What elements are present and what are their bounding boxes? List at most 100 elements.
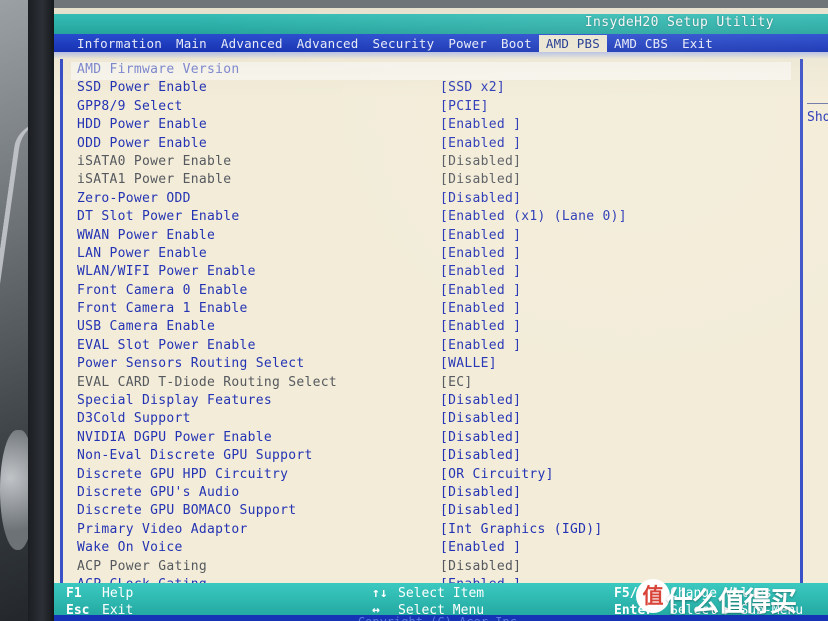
footer-key: ↑↓ — [372, 586, 388, 601]
setting-value[interactable]: [Disabled] — [440, 559, 521, 574]
setting-value[interactable]: [Disabled] — [440, 411, 521, 426]
setting-value[interactable]: [Enabled ] — [440, 338, 521, 353]
setting-label: GPP8/9 Select — [77, 98, 183, 114]
setting-row[interactable]: AMD Firmware Version — [71, 62, 791, 81]
setting-label: Front Camera 0 Enable — [77, 282, 248, 298]
setting-value[interactable]: [PCIE] — [440, 99, 489, 114]
setting-value[interactable]: [Enabled ] — [440, 264, 521, 279]
setting-row[interactable]: Zero-Power ODD [Disabled] — [71, 191, 791, 209]
setting-row[interactable]: LAN Power Enable [Enabled ] — [71, 246, 791, 264]
menu-item-advanced[interactable]: Advanced — [214, 35, 290, 52]
footer-column-2: ↑↓ Select Item ↔ Select Menu — [372, 585, 484, 619]
menu-item-amd-cbs[interactable]: AMD CBS — [607, 35, 675, 52]
setting-value[interactable]: [Enabled ] — [440, 136, 521, 151]
setting-row[interactable]: ODD Power Enable [Enabled ] — [71, 136, 791, 154]
setting-label: iSATA1 Power Enable — [77, 172, 232, 188]
setting-label: NVIDIA DGPU Power Enable — [77, 429, 273, 445]
setting-row[interactable]: DT Slot Power Enable [Enabled (x1) (Lane … — [71, 209, 791, 227]
setting-label: Wake On Voice — [77, 540, 183, 556]
bios-screen: InsydeH20 Setup Utility Information Main A… — [54, 8, 828, 621]
menu-item-security[interactable]: Security — [366, 35, 442, 52]
setting-label: Primary Video Adaptor — [77, 521, 248, 537]
menu-item-main[interactable]: Main — [169, 35, 214, 52]
setting-row[interactable]: Power Sensors Routing Select [WALLE] — [71, 356, 791, 374]
setting-value[interactable]: [Enabled ] — [440, 246, 521, 261]
setting-label: EVAL Slot Power Enable — [77, 337, 256, 353]
setting-label: Special Display Features — [77, 393, 273, 409]
setting-label: ACP Power Gating — [77, 558, 208, 574]
footer-desc: Change Values — [670, 586, 772, 601]
setting-row[interactable]: SSD Power Enable [SSD x2] — [71, 80, 791, 98]
setting-value[interactable]: [Disabled] — [440, 172, 521, 187]
menu-item-power[interactable]: Power — [441, 35, 494, 52]
setting-row[interactable]: USB Camera Enable [Enabled ] — [71, 319, 791, 337]
setting-row[interactable]: Discrete GPU's Audio [Disabled] — [71, 485, 791, 503]
setting-value[interactable]: [Disabled] — [440, 191, 521, 206]
setting-row[interactable]: Discrete GPU HPD Circuitry [OR Circuitry] — [71, 467, 791, 485]
setting-label: DT Slot Power Enable — [77, 209, 240, 225]
setting-row[interactable]: WLAN/WIFI Power Enable [Enabled ] — [71, 264, 791, 282]
setting-value[interactable]: [Disabled] — [440, 448, 521, 463]
setting-row[interactable]: Primary Video Adaptor [Int Graphics (IGD)… — [71, 522, 791, 540]
menu-item-boot[interactable]: Boot — [494, 35, 539, 52]
setting-value[interactable]: [Disabled] — [440, 154, 521, 169]
setting-label: WWAN Power Enable — [77, 227, 216, 243]
setting-value[interactable]: [Int Graphics (IGD)] — [440, 522, 603, 537]
setting-label: Discrete GPU BOMACO Support — [77, 503, 297, 519]
menu-item-information[interactable]: Information — [70, 35, 169, 52]
help-pane-inner: Show — [807, 103, 828, 125]
setting-label: EVAL CARD T-Diode Routing Select — [77, 374, 338, 390]
setting-value[interactable]: [Disabled] — [440, 503, 521, 518]
setting-row[interactable]: ACP Power Gating [Disabled] — [71, 559, 791, 577]
setting-label: AMD Firmware Version — [77, 62, 240, 77]
setting-row[interactable]: HDD Power Enable [Enabled ] — [71, 117, 791, 135]
menu-bar[interactable]: Information Main Advanced Advanced Security P… — [54, 34, 828, 52]
menu-item-exit[interactable]: Exit — [675, 35, 720, 52]
help-pane-text: Show — [807, 110, 828, 125]
setting-value[interactable]: [Enabled ] — [440, 283, 521, 298]
copyright-bar: Copyright (C) Acer Inc. — [54, 615, 828, 621]
settings-area: AMD Firmware Version SSD Power Enable [SSD… — [54, 59, 828, 621]
setting-row[interactable]: D3Cold Support [Disabled] — [71, 411, 791, 429]
menu-item-amd-pbs[interactable]: AMD PBS — [538, 34, 607, 52]
setting-value[interactable]: [Enabled (x1) (Lane 0)] — [440, 209, 627, 224]
setting-label: Non-Eval Discrete GPU Support — [77, 448, 313, 464]
setting-value[interactable]: [Enabled ] — [440, 117, 521, 132]
setting-value[interactable]: [OR Circuitry] — [440, 467, 554, 482]
setting-row[interactable]: GPP8/9 Select [PCIE] — [71, 99, 791, 117]
setting-value[interactable]: [Disabled] — [440, 393, 521, 408]
setting-row[interactable]: WWAN Power Enable [Enabled ] — [71, 228, 791, 246]
setting-value[interactable]: [Enabled ] — [440, 301, 521, 316]
footer-desc: Help — [102, 586, 134, 601]
setting-value[interactable]: [Enabled ] — [440, 319, 521, 334]
setting-row[interactable]: Non-Eval Discrete GPU Support [Disabled] — [71, 448, 791, 466]
setting-row[interactable]: Front Camera 0 Enable [Enabled ] — [71, 283, 791, 301]
setting-row[interactable]: EVAL CARD T-Diode Routing Select [EC] — [71, 375, 791, 393]
settings-list[interactable]: AMD Firmware Version SSD Power Enable [SSD… — [71, 62, 791, 621]
footer-key: F5/F6 — [614, 586, 654, 601]
setting-label: WLAN/WIFI Power Enable — [77, 264, 256, 280]
setting-row[interactable]: iSATA1 Power Enable [Disabled] — [71, 172, 791, 190]
title-bar: InsydeH20 Setup Utility — [54, 14, 828, 34]
setting-row[interactable]: EVAL Slot Power Enable [Enabled ] — [71, 338, 791, 356]
setting-value[interactable]: [SSD x2] — [440, 80, 505, 95]
setting-value[interactable]: [Disabled] — [440, 485, 521, 500]
setting-value[interactable]: [WALLE] — [440, 356, 497, 371]
setting-value[interactable]: [Enabled ] — [440, 540, 521, 555]
setting-label: USB Camera Enable — [77, 319, 216, 335]
setting-value[interactable]: [Enabled ] — [440, 228, 521, 243]
setting-value[interactable]: [Disabled] — [440, 430, 521, 445]
setting-row[interactable]: iSATA0 Power Enable [Disabled] — [71, 154, 791, 172]
menu-bar-shadow — [54, 52, 828, 59]
setting-row[interactable]: NVIDIA DGPU Power Enable [Disabled] — [71, 430, 791, 448]
setting-label: Power Sensors Routing Select — [77, 356, 305, 372]
setting-row[interactable]: Special Display Features [Disabled] — [71, 393, 791, 411]
help-pane: Show — [800, 59, 828, 583]
setting-label: D3Cold Support — [77, 411, 191, 427]
setting-row[interactable]: Front Camera 1 Enable [Enabled ] — [71, 301, 791, 319]
setting-value[interactable]: [EC] — [440, 375, 473, 390]
footer-hint: F5/F6 Change Values — [614, 585, 803, 602]
setting-row[interactable]: Wake On Voice [Enabled ] — [71, 540, 791, 558]
setting-row[interactable]: Discrete GPU BOMACO Support [Disabled] — [71, 503, 791, 521]
menu-item-advanced[interactable]: Advanced — [290, 35, 366, 52]
